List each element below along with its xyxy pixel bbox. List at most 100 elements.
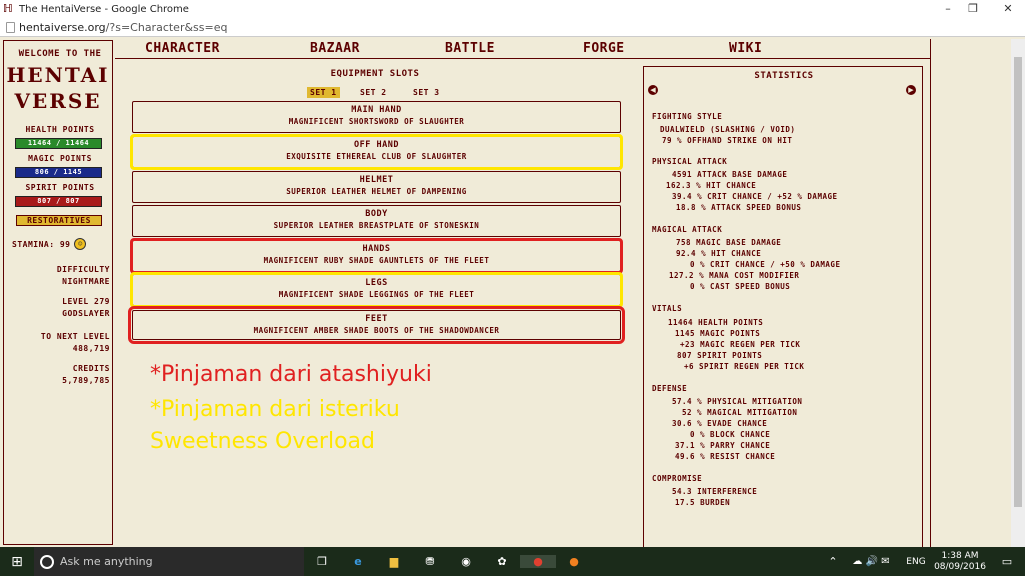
stats-next-arrow-icon[interactable]: ▶ <box>906 85 916 95</box>
slot-name: Off Hand <box>354 140 399 150</box>
window-titlebar: ℍ The HentaiVerse - Google Chrome – ❐ ✕ <box>0 0 1025 18</box>
stat-row: 92.4 % hit chance <box>676 249 762 258</box>
stamina-face-icon: ☺ <box>74 238 87 250</box>
stat-row: 127.2 % mana cost modifier <box>669 271 800 280</box>
difficulty-value[interactable]: Nightmare <box>8 277 112 286</box>
stat-row: +6 spirit regen per tick <box>684 362 805 371</box>
stat-row: +23 magic regen per tick <box>680 340 801 349</box>
stat-row: 1145 magic points <box>675 329 761 338</box>
stats-prev-arrow-icon[interactable]: ◀ <box>648 85 658 95</box>
credits-label: Credits <box>72 364 110 373</box>
spirit-label: Spirit points <box>25 183 95 192</box>
slot-item: Magnificent Shortsword of Slaughter <box>288 117 465 126</box>
tray-chevron-icon[interactable]: ⌃ <box>825 555 841 568</box>
steam-icon[interactable]: ◉ <box>448 555 484 568</box>
logo-hentai: Hentai <box>6 63 110 87</box>
stamina-text: Stamina: 99 <box>12 239 71 249</box>
slot-hands[interactable]: Hands Magnificent Ruby Shade Gauntlets o… <box>130 238 623 274</box>
equipment-title: Equipment slots <box>330 69 420 79</box>
defense-header: Defense <box>652 384 688 393</box>
right-frame-border <box>930 39 931 547</box>
app-icon[interactable]: ✿ <box>484 555 520 568</box>
restoratives-button[interactable]: Restoratives <box>16 215 102 226</box>
set-3-tab[interactable]: Set 3 <box>410 87 443 98</box>
stat-row: 758 magic base damage <box>676 238 782 247</box>
edge-icon[interactable]: e <box>340 555 376 568</box>
fighting-style-line: 79 % offhand strike on hit <box>662 136 793 145</box>
welcome-text: Welcome to the <box>18 49 102 59</box>
statistics-title: Statistics <box>754 71 814 81</box>
player-title: Godslayer <box>62 309 110 318</box>
hv-app-icon: ℍ <box>3 2 13 15</box>
windows-start-icon[interactable]: ⊞ <box>0 554 34 570</box>
stat-row: 52 % magical mitigation <box>682 408 798 417</box>
cortana-icon <box>40 554 54 569</box>
slot-body[interactable]: Body Superior Leather Breastplate of Sto… <box>132 205 621 237</box>
maximize-button[interactable]: ❐ <box>958 0 988 18</box>
nav-battle[interactable]: Battle <box>445 41 495 56</box>
slot-feet[interactable]: Feet Magnificent Amber Shade Boots of th… <box>128 306 625 344</box>
store-icon[interactable]: ⛃ <box>412 555 448 568</box>
note-red: *Pinjaman dari atashiyuki <box>150 362 432 387</box>
slot-name: Hands <box>362 244 391 254</box>
stat-row: 0 % crit chance / +50 % damage <box>690 260 841 269</box>
left-frame <box>3 40 113 545</box>
note-yellow-1: *Pinjaman dari isteriku <box>150 397 400 422</box>
slot-name: Main Hand <box>351 105 402 115</box>
magic-label: Magic points <box>28 154 92 163</box>
url-host[interactable]: hentaiverse.org <box>19 21 106 34</box>
file-explorer-icon[interactable]: ▆ <box>376 555 412 568</box>
set-2-tab[interactable]: Set 2 <box>357 87 390 98</box>
stat-row: 0 % block chance <box>690 430 771 439</box>
physical-attack-header: Physical Attack <box>652 157 728 166</box>
main-nav: Character Bazaar Battle Forge Wiki <box>115 37 930 59</box>
nav-forge[interactable]: Forge <box>583 41 625 56</box>
compromise-header: Compromise <box>652 474 703 483</box>
slot-helmet[interactable]: Helmet Superior Leather Helmet of Dampen… <box>132 171 621 203</box>
page-scrollbar[interactable] <box>1011 39 1025 547</box>
slot-item: Superior Leather Helmet of Dampening <box>286 187 467 196</box>
window-title: The HentaiVerse - Google Chrome <box>19 3 189 15</box>
stat-row: 11464 health points <box>668 318 764 327</box>
slot-main-hand[interactable]: Main Hand Magnificent Shortsword of Slau… <box>132 101 621 133</box>
stat-row: 162.3 % hit chance <box>666 181 757 190</box>
address-bar[interactable]: hentaiverse.org/?s=Character&ss=eq <box>0 18 1025 37</box>
action-center-icon[interactable]: ▭ <box>989 555 1025 568</box>
credits-value: 5,789,785 <box>62 376 110 385</box>
magical-attack-header: Magical Attack <box>652 225 723 234</box>
stat-row: 0 % cast speed bonus <box>690 282 791 291</box>
health-bar: 11464 / 11464 <box>15 138 102 149</box>
magic-bar: 806 / 1145 <box>15 167 102 178</box>
nav-bazaar[interactable]: Bazaar <box>310 41 360 56</box>
vitals-header: Vitals <box>652 304 683 313</box>
nav-wiki[interactable]: Wiki <box>729 41 762 56</box>
fighting-style-header: Fighting Style <box>652 112 723 121</box>
slot-legs[interactable]: Legs Magnificent Shade Leggings of the F… <box>130 272 623 308</box>
tray-icons[interactable]: ☁ 🔊 ✉ <box>841 556 901 567</box>
windows-taskbar: ⊞ Ask me anything ❐ e ▆ ⛃ ◉ ✿ ● ● ⌃ ☁ 🔊 … <box>0 547 1025 576</box>
set-1-tab[interactable]: Set 1 <box>307 87 340 98</box>
note-yellow-2: Sweetness Overload <box>150 429 375 454</box>
clock-date: 08/09/2016 <box>934 561 986 572</box>
firefox-icon[interactable]: ● <box>556 555 592 568</box>
task-view-icon[interactable]: ❐ <box>304 555 340 568</box>
slot-name: Feet <box>365 314 388 324</box>
clock[interactable]: 1:38 AM 08/09/2016 <box>931 551 989 573</box>
cortana-search-box[interactable]: Ask me anything <box>34 547 304 576</box>
scrollbar-thumb[interactable] <box>1014 57 1022 507</box>
chrome-icon[interactable]: ● <box>520 555 556 568</box>
next-level-value: 488,719 <box>72 344 110 353</box>
fighting-style-line: Dualwield (Slashing / Void) <box>660 125 796 134</box>
stat-row: 30.6 % evade chance <box>672 419 768 428</box>
page-icon <box>6 21 15 33</box>
statistics-panel: Statistics ◀ ▶ Fighting Style Dualwield … <box>643 66 923 547</box>
url-path[interactable]: /?s=Character&ss=eq <box>106 21 228 34</box>
close-button[interactable]: ✕ <box>993 0 1023 18</box>
slot-off-hand[interactable]: Off Hand Exquisite Ethereal Club of Slau… <box>130 134 623 170</box>
slot-name: Legs <box>365 278 388 288</box>
language-indicator[interactable]: ENG <box>901 557 931 567</box>
stamina-indicator: Stamina: 99 ☺ <box>12 238 87 250</box>
health-label: Health points <box>25 125 95 134</box>
logo-verse: Verse <box>14 89 102 113</box>
nav-character[interactable]: Character <box>145 41 220 56</box>
